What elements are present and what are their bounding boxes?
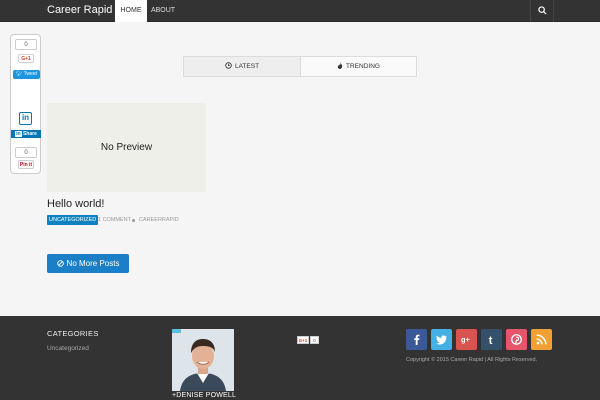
- tumblr-icon: t: [489, 335, 493, 345]
- social-share-panel: 0 G+1 🐦︎ Tweet in in Share 0 Pin it: [10, 34, 41, 174]
- gplus-share-button[interactable]: G+1: [18, 54, 34, 63]
- twitter-bird-icon: 🐦︎: [15, 71, 23, 77]
- post-thumbnail-placeholder[interactable]: No Preview: [47, 103, 206, 192]
- profile-badge: [172, 329, 181, 333]
- categories-heading: CATEGORIES: [47, 329, 99, 338]
- profile-name[interactable]: +DENISE POWELL: [172, 392, 236, 399]
- person-photo-icon: [172, 329, 234, 391]
- svg-text:t: t: [489, 335, 493, 345]
- site-brand[interactable]: Career Rapid: [47, 0, 112, 22]
- tab-latest-label: LATEST: [234, 63, 260, 70]
- post-author[interactable]: CAREERRAPID: [139, 215, 179, 225]
- facebook-icon: [414, 334, 420, 345]
- footer-gplus-count: 0: [310, 336, 319, 344]
- google-plus-link[interactable]: g+: [456, 329, 477, 350]
- tweet-label: Tweet: [23, 71, 37, 77]
- category-badge[interactable]: UNCATEGORIZED: [47, 215, 99, 225]
- no-more-posts-label: No More Posts: [66, 259, 120, 268]
- ban-icon: [56, 260, 64, 267]
- search-button[interactable]: [530, 0, 554, 22]
- rss-link[interactable]: [531, 329, 552, 350]
- post-tabs: LATEST TRENDING: [183, 56, 417, 77]
- twitter-icon: [436, 335, 447, 345]
- footer-gplus-widget[interactable]: G+1 0: [297, 329, 319, 344]
- facebook-link[interactable]: [406, 329, 427, 350]
- pinterest-link[interactable]: [506, 329, 527, 350]
- pinterest-icon: [511, 334, 522, 345]
- linkedin-share-label: Share: [22, 131, 37, 137]
- copyright-text: Copyright © 2015 Career Rapid | All Righ…: [406, 357, 538, 363]
- top-navbar: Career Rapid HOME ABOUT: [0, 0, 600, 22]
- linkedin-icon: in: [19, 112, 32, 125]
- category-link-uncategorized[interactable]: Uncategorized: [47, 345, 89, 352]
- tab-trending[interactable]: TRENDING: [301, 57, 416, 76]
- nav-item-home[interactable]: HOME: [115, 0, 147, 22]
- post-title[interactable]: Hello world!: [47, 198, 104, 210]
- fire-icon: [337, 62, 343, 69]
- profile-avatar[interactable]: [172, 329, 234, 391]
- footer-gplus-button[interactable]: G+1: [297, 336, 309, 344]
- linkedin-share-button[interactable]: in Share: [11, 130, 41, 138]
- tweet-button[interactable]: 🐦︎ Tweet: [13, 70, 40, 79]
- linkedin-mini-icon: in: [15, 131, 22, 137]
- svg-text:g+: g+: [461, 335, 470, 344]
- search-icon: [538, 6, 547, 15]
- twitter-link[interactable]: [431, 329, 452, 350]
- google-plus-icon: g+: [461, 335, 470, 344]
- clock-icon: [225, 62, 232, 69]
- tumblr-link[interactable]: t: [481, 329, 502, 350]
- pinterest-count: 0: [15, 147, 37, 158]
- site-footer: CATEGORIES Uncategorized +DENISE POWELL …: [0, 316, 600, 400]
- tab-latest[interactable]: LATEST: [184, 57, 301, 76]
- meta-separator: [132, 218, 135, 222]
- rss-icon: [536, 334, 547, 345]
- comment-count[interactable]: 1 COMMENT: [98, 215, 131, 225]
- tab-trending-label: TRENDING: [346, 63, 380, 70]
- pinterest-button[interactable]: Pin it: [18, 160, 34, 169]
- no-more-posts-button[interactable]: No More Posts: [47, 254, 129, 273]
- gplus-count: 0: [15, 39, 37, 50]
- nav-item-about[interactable]: ABOUT: [148, 0, 178, 22]
